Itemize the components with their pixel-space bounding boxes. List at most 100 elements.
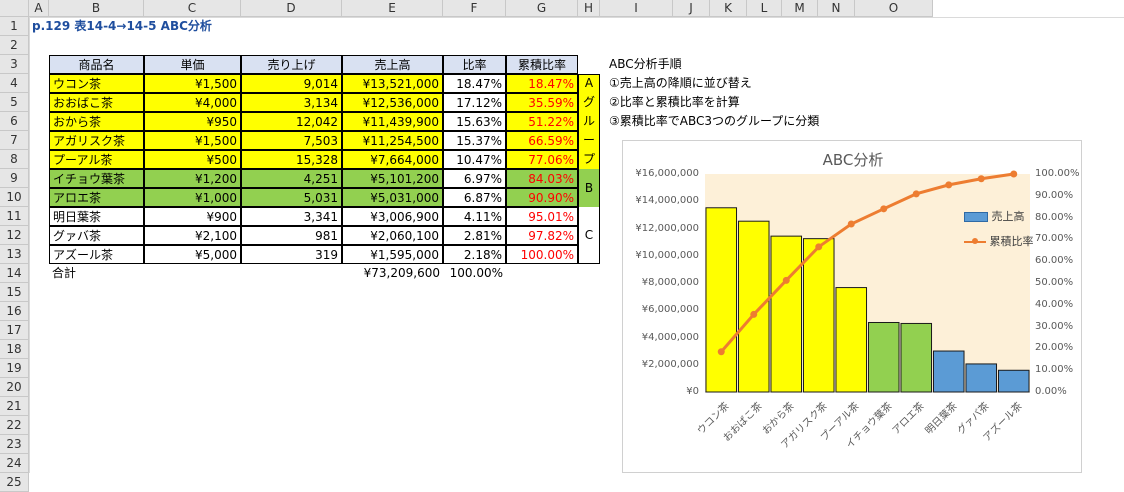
- column-header-E[interactable]: E: [342, 0, 443, 17]
- total-sales[interactable]: ¥73,209,600: [342, 264, 443, 283]
- cumulative-point-9[interactable]: [1010, 170, 1018, 178]
- abc-chart[interactable]: ABC分析 ¥16,000,000 ¥14,000,000 ¥12,000,000 ¥…: [622, 140, 1082, 473]
- cumulative-point-6[interactable]: [912, 190, 920, 198]
- row-header-22[interactable]: 22: [0, 416, 29, 435]
- row-header-15[interactable]: 15: [0, 283, 29, 302]
- column-header-J[interactable]: J: [673, 0, 710, 17]
- table-cell[interactable]: ウコン茶: [49, 74, 144, 93]
- table-cell[interactable]: ¥11,254,500: [342, 131, 443, 150]
- bar-sales-3[interactable]: [802, 238, 835, 393]
- table-cell[interactable]: 84.03%: [506, 169, 578, 188]
- cumulative-point-3[interactable]: [815, 243, 823, 251]
- table-cell[interactable]: 2.81%: [443, 226, 506, 245]
- table-cell[interactable]: アガリスク茶: [49, 131, 144, 150]
- procedure-step-3[interactable]: ③累積比率でABC3つのグループに分類: [606, 112, 822, 131]
- select-all-corner[interactable]: [0, 0, 29, 17]
- procedure-title[interactable]: ABC分析手順: [606, 55, 685, 74]
- table-cell[interactable]: 981: [241, 226, 342, 245]
- row-header-25[interactable]: 25: [0, 473, 29, 492]
- table-cell[interactable]: ¥2,100: [144, 226, 241, 245]
- table-cell[interactable]: ¥1,500: [144, 74, 241, 93]
- bar-sales-1[interactable]: [737, 220, 770, 393]
- bar-sales-6[interactable]: [900, 322, 933, 393]
- column-header-I[interactable]: I: [600, 0, 673, 17]
- row-header-1[interactable]: 1: [0, 17, 29, 36]
- table-cell[interactable]: ¥2,060,100: [342, 226, 443, 245]
- table-cell[interactable]: おおばこ茶: [49, 93, 144, 112]
- total-label[interactable]: 合計: [49, 264, 144, 283]
- procedure-step-2[interactable]: ②比率と累積比率を計算: [606, 93, 743, 112]
- row-header-10[interactable]: 10: [0, 188, 29, 207]
- row-header-14[interactable]: 14: [0, 264, 29, 283]
- cumulative-point-1[interactable]: [750, 310, 758, 318]
- table-cell[interactable]: 6.97%: [443, 169, 506, 188]
- bar-sales-5[interactable]: [867, 321, 900, 393]
- cumulative-point-5[interactable]: [880, 205, 888, 213]
- table-cell[interactable]: 100.00%: [506, 245, 578, 264]
- table-cell[interactable]: 12,042: [241, 112, 342, 131]
- table-cell[interactable]: ¥900: [144, 207, 241, 226]
- column-header-A[interactable]: A: [29, 0, 49, 17]
- row-header-3[interactable]: 3: [0, 55, 29, 74]
- table-cell[interactable]: 3,134: [241, 93, 342, 112]
- row-header-24[interactable]: 24: [0, 454, 29, 473]
- row-header-16[interactable]: 16: [0, 302, 29, 321]
- bar-sales-0[interactable]: [705, 207, 738, 393]
- table-cell[interactable]: ¥7,664,000: [342, 150, 443, 169]
- table-cell[interactable]: 17.12%: [443, 93, 506, 112]
- table-cell[interactable]: おから茶: [49, 112, 144, 131]
- column-header-G[interactable]: G: [506, 0, 578, 17]
- column-header-F[interactable]: F: [443, 0, 506, 17]
- total-ratio[interactable]: 100.00%: [443, 264, 506, 283]
- header-cell[interactable]: 単価: [144, 55, 241, 74]
- header-cell[interactable]: 比率: [443, 55, 506, 74]
- procedure-step-1[interactable]: ①売上高の降順に並び替え: [606, 74, 755, 93]
- table-cell[interactable]: 9,014: [241, 74, 342, 93]
- table-cell[interactable]: アズール茶: [49, 245, 144, 264]
- table-cell[interactable]: 15,328: [241, 150, 342, 169]
- table-cell[interactable]: ¥1,595,000: [342, 245, 443, 264]
- table-cell[interactable]: 明日葉茶: [49, 207, 144, 226]
- row-header-21[interactable]: 21: [0, 397, 29, 416]
- table-cell[interactable]: ¥12,536,000: [342, 93, 443, 112]
- bar-sales-4[interactable]: [835, 287, 868, 393]
- row-header-7[interactable]: 7: [0, 131, 29, 150]
- row-header-4[interactable]: 4: [0, 74, 29, 93]
- table-cell[interactable]: ¥3,006,900: [342, 207, 443, 226]
- table-cell[interactable]: ¥500: [144, 150, 241, 169]
- table-cell[interactable]: ¥5,031,000: [342, 188, 443, 207]
- column-header-D[interactable]: D: [241, 0, 342, 17]
- table-cell[interactable]: グァバ茶: [49, 226, 144, 245]
- cumulative-point-4[interactable]: [847, 220, 855, 228]
- cumulative-point-7[interactable]: [945, 181, 953, 189]
- row-header-18[interactable]: 18: [0, 340, 29, 359]
- table-cell[interactable]: 15.63%: [443, 112, 506, 131]
- table-cell[interactable]: 4.11%: [443, 207, 506, 226]
- column-header-O[interactable]: O: [855, 0, 933, 17]
- bar-sales-2[interactable]: [770, 235, 803, 393]
- row-header-23[interactable]: 23: [0, 435, 29, 454]
- row-header-6[interactable]: 6: [0, 112, 29, 131]
- table-cell[interactable]: ¥1,200: [144, 169, 241, 188]
- column-header-N[interactable]: N: [818, 0, 855, 17]
- row-header-20[interactable]: 20: [0, 378, 29, 397]
- table-cell[interactable]: 15.37%: [443, 131, 506, 150]
- sheet-title[interactable]: p.129 表14-4→14-5 ABC分析: [29, 17, 329, 36]
- bar-sales-9[interactable]: [997, 369, 1030, 393]
- column-header-B[interactable]: B: [49, 0, 144, 17]
- table-cell[interactable]: アロエ茶: [49, 188, 144, 207]
- table-cell[interactable]: ¥1,000: [144, 188, 241, 207]
- table-cell[interactable]: 18.47%: [443, 74, 506, 93]
- table-cell[interactable]: ¥11,439,900: [342, 112, 443, 131]
- column-header-L[interactable]: L: [747, 0, 782, 17]
- table-cell[interactable]: ¥13,521,000: [342, 74, 443, 93]
- row-header-19[interactable]: 19: [0, 359, 29, 378]
- row-header-5[interactable]: 5: [0, 93, 29, 112]
- table-cell[interactable]: 6.87%: [443, 188, 506, 207]
- table-cell[interactable]: 18.47%: [506, 74, 578, 93]
- header-cell[interactable]: 累積比率: [506, 55, 578, 74]
- table-cell[interactable]: 95.01%: [506, 207, 578, 226]
- table-cell[interactable]: ¥5,101,200: [342, 169, 443, 188]
- table-cell[interactable]: 5,031: [241, 188, 342, 207]
- table-cell[interactable]: 51.22%: [506, 112, 578, 131]
